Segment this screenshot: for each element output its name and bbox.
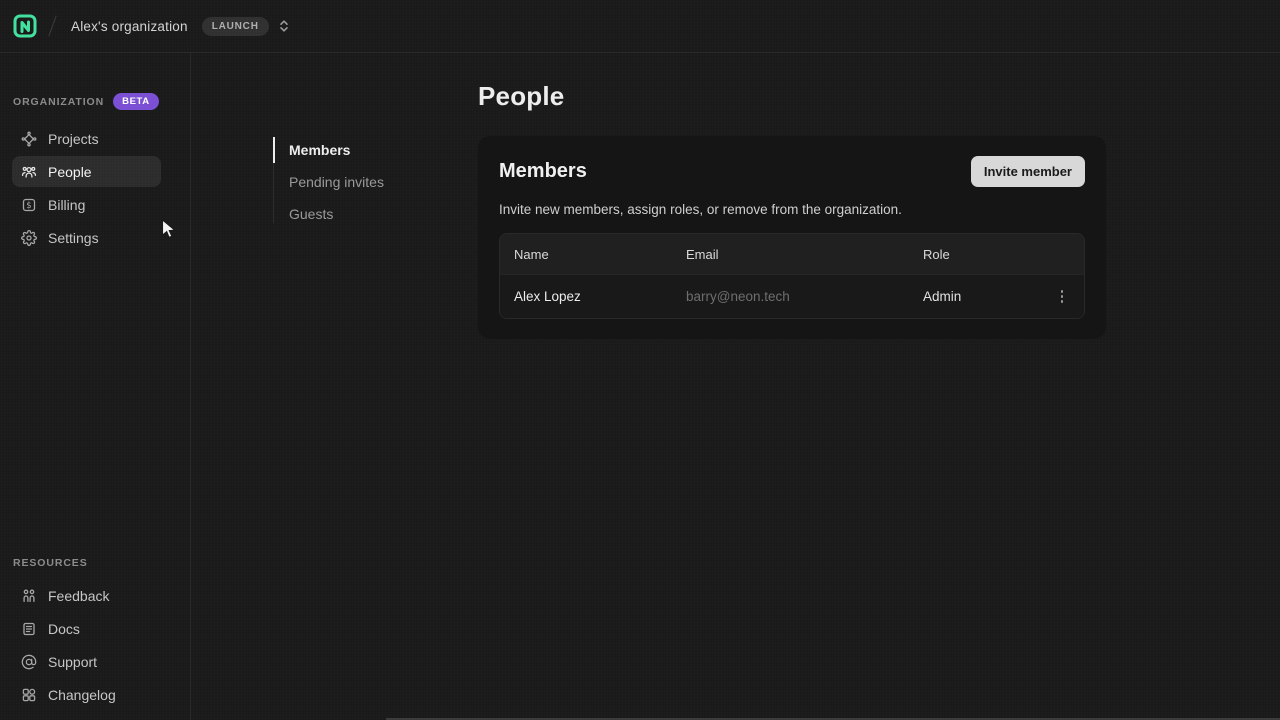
sidebar-item-label: Feedback: [48, 588, 109, 604]
column-header-name: Name: [500, 247, 672, 262]
member-email: barry@neon.tech: [672, 289, 909, 304]
feedback-icon: [21, 588, 37, 604]
column-header-email: Email: [672, 247, 909, 262]
main-content: Members Pending invites Guests People Me…: [191, 53, 1280, 720]
members-card: Members Invite member Invite new members…: [478, 136, 1106, 339]
org-name[interactable]: Alex's organization: [71, 19, 188, 34]
sidebar: ORGANIZATION BETA Projects: [0, 53, 191, 720]
topbar: Alex's organization LAUNCH: [0, 0, 1280, 53]
organization-section-label: ORGANIZATION: [13, 96, 104, 108]
plan-badge: LAUNCH: [202, 17, 269, 36]
sidebar-item-people[interactable]: People: [12, 156, 161, 187]
member-name: Alex Lopez: [500, 289, 672, 304]
sidebar-item-label: Settings: [48, 230, 99, 246]
sidebar-item-feedback[interactable]: Feedback: [12, 580, 161, 611]
sidebar-item-label: Changelog: [48, 687, 116, 703]
breadcrumb-slash: [48, 15, 56, 36]
resources-section: RESOURCES Feedback Doc: [12, 557, 178, 712]
org-switcher-chevron-icon[interactable]: [277, 18, 291, 34]
sidebar-item-label: Billing: [48, 197, 85, 213]
people-icon: [21, 164, 37, 180]
sidebar-item-docs[interactable]: Docs: [12, 613, 161, 644]
sidebar-item-label: Docs: [48, 621, 80, 637]
table-header-row: Name Email Role: [500, 234, 1084, 274]
sidebar-item-label: People: [48, 164, 92, 180]
sidebar-item-label: Support: [48, 654, 97, 670]
svg-text:$: $: [26, 201, 31, 211]
sidebar-item-settings[interactable]: Settings: [12, 222, 161, 253]
people-subnav: Members Pending invites Guests: [273, 137, 478, 227]
invite-member-button[interactable]: Invite member: [971, 156, 1085, 187]
subnav-guests[interactable]: Guests: [289, 201, 478, 227]
billing-icon: $: [21, 197, 37, 213]
sidebar-item-support[interactable]: Support: [12, 646, 161, 677]
projects-icon: [21, 131, 37, 147]
changelog-icon: [21, 687, 37, 703]
sidebar-item-changelog[interactable]: Changelog: [12, 679, 161, 710]
resources-section-label: RESOURCES: [13, 557, 88, 569]
members-card-title: Members: [499, 160, 587, 183]
page-title: People: [478, 81, 1106, 112]
members-table: Name Email Role Alex Lopez barry@neon.te…: [499, 233, 1085, 319]
member-role: Admin: [909, 289, 1040, 304]
settings-icon: [21, 230, 37, 246]
table-row: Alex Lopez barry@neon.tech Admin: [500, 274, 1084, 318]
organization-section-header: ORGANIZATION BETA: [13, 93, 178, 110]
beta-badge: BETA: [113, 93, 159, 110]
neon-logo-icon[interactable]: [12, 13, 38, 39]
subnav-members[interactable]: Members: [289, 137, 478, 163]
support-icon: [21, 654, 37, 670]
subnav-pending-invites[interactable]: Pending invites: [289, 169, 478, 195]
members-card-description: Invite new members, assign roles, or rem…: [499, 202, 1085, 217]
column-header-role: Role: [909, 247, 1040, 262]
row-actions-kebab-icon[interactable]: [1057, 286, 1068, 307]
docs-icon: [21, 621, 37, 637]
sidebar-item-label: Projects: [48, 131, 99, 147]
sidebar-item-billing[interactable]: $ Billing: [12, 189, 161, 220]
sidebar-item-projects[interactable]: Projects: [12, 123, 161, 154]
